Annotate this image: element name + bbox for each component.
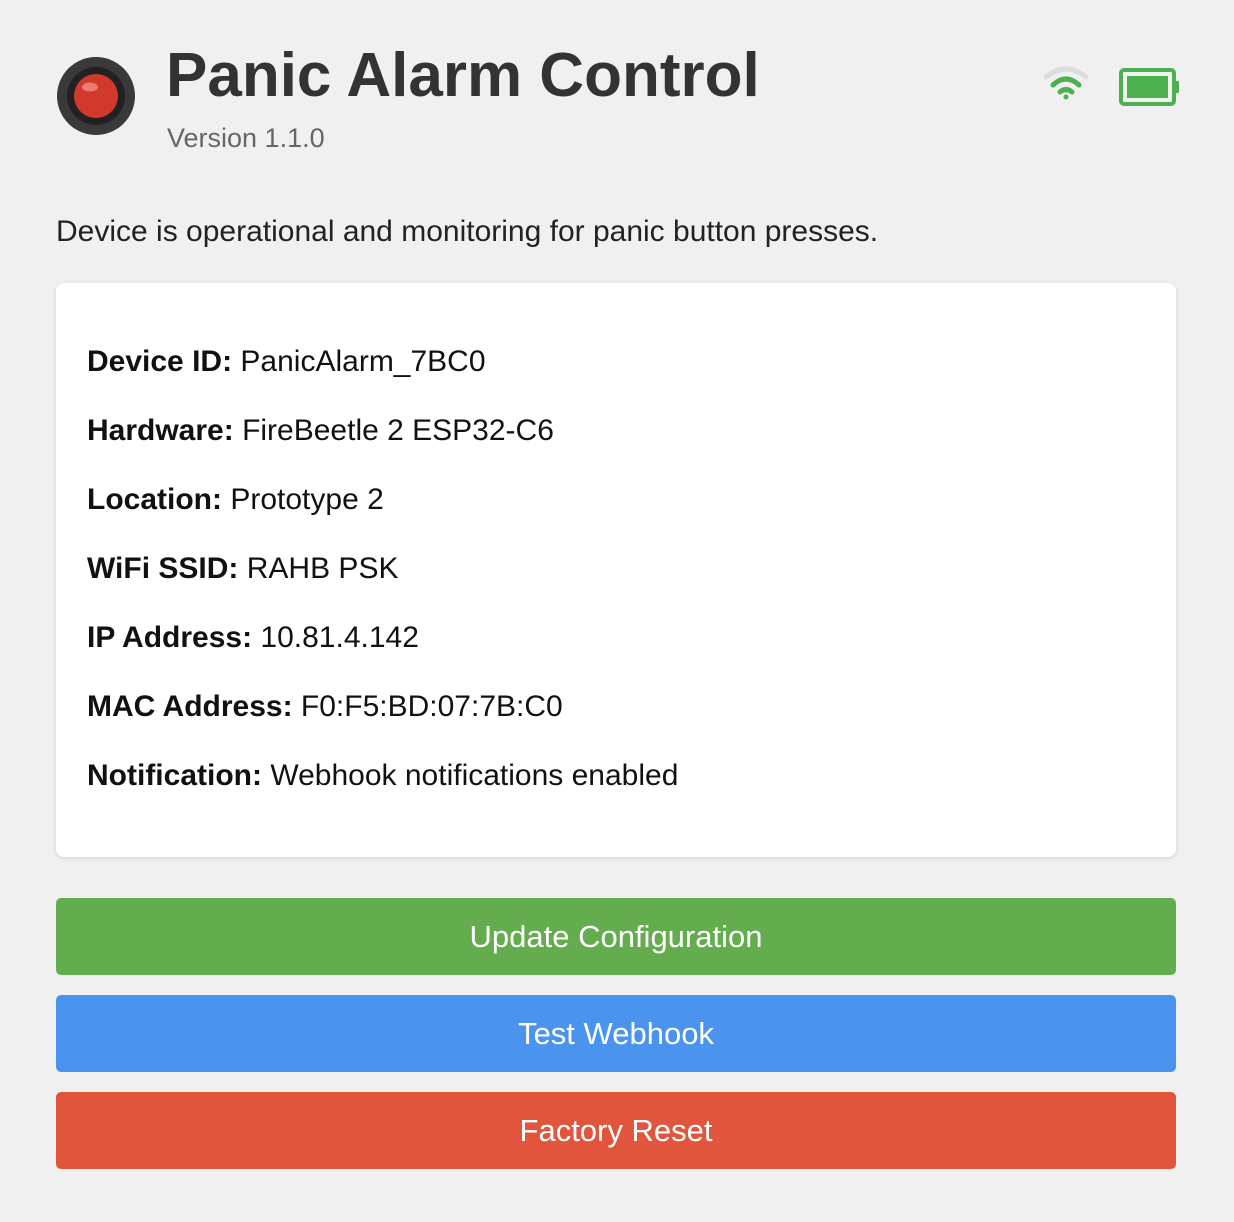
info-label: Location:: [87, 483, 222, 516]
panic-button-icon: [57, 57, 135, 135]
info-label: MAC Address:: [87, 690, 293, 723]
info-value: F0:F5:BD:07:7B:C0: [300, 690, 563, 723]
info-label: Notification:: [87, 759, 262, 792]
version-label: Version 1.1.0: [167, 123, 325, 153]
info-row-device-id: Device ID: PanicAlarm_7BC0: [87, 342, 486, 382]
page-title: Panic Alarm Control: [166, 41, 760, 110]
info-value: 10.81.4.142: [260, 621, 419, 654]
info-row-mac-address: MAC Address: F0:F5:BD:07:7B:C0: [87, 687, 563, 727]
info-label: WiFi SSID:: [87, 552, 239, 585]
wifi-icon: [1043, 66, 1089, 100]
info-row-hardware: Hardware: FireBeetle 2 ESP32-C6: [87, 411, 554, 451]
battery-icon: [1119, 68, 1179, 106]
info-row-location: Location: Prototype 2: [87, 480, 384, 520]
panic-alarm-page: Panic Alarm Control Version 1.1.0 Device…: [0, 0, 1234, 1222]
info-value: Prototype 2: [230, 483, 384, 516]
test-webhook-button[interactable]: Test Webhook: [56, 995, 1176, 1072]
info-label: Device ID:: [87, 345, 233, 378]
status-message: Device is operational and monitoring for…: [56, 215, 879, 248]
info-row-wifi-ssid: WiFi SSID: RAHB PSK: [87, 549, 398, 589]
factory-reset-button[interactable]: Factory Reset: [56, 1092, 1176, 1169]
info-label: IP Address:: [87, 621, 253, 654]
info-row-notification: Notification: Webhook notifications enab…: [87, 756, 678, 796]
device-info-card: Device ID: PanicAlarm_7BC0 Hardware: Fir…: [56, 283, 1176, 857]
info-value: PanicAlarm_7BC0: [240, 345, 486, 378]
info-value: FireBeetle 2 ESP32-C6: [242, 414, 554, 447]
info-label: Hardware:: [87, 414, 234, 447]
header: Panic Alarm Control Version 1.1.0: [56, 40, 1180, 160]
update-configuration-button[interactable]: Update Configuration: [56, 898, 1176, 975]
info-value: Webhook notifications enabled: [270, 759, 679, 792]
info-row-ip-address: IP Address: 10.81.4.142: [87, 618, 419, 658]
info-value: RAHB PSK: [246, 552, 399, 585]
